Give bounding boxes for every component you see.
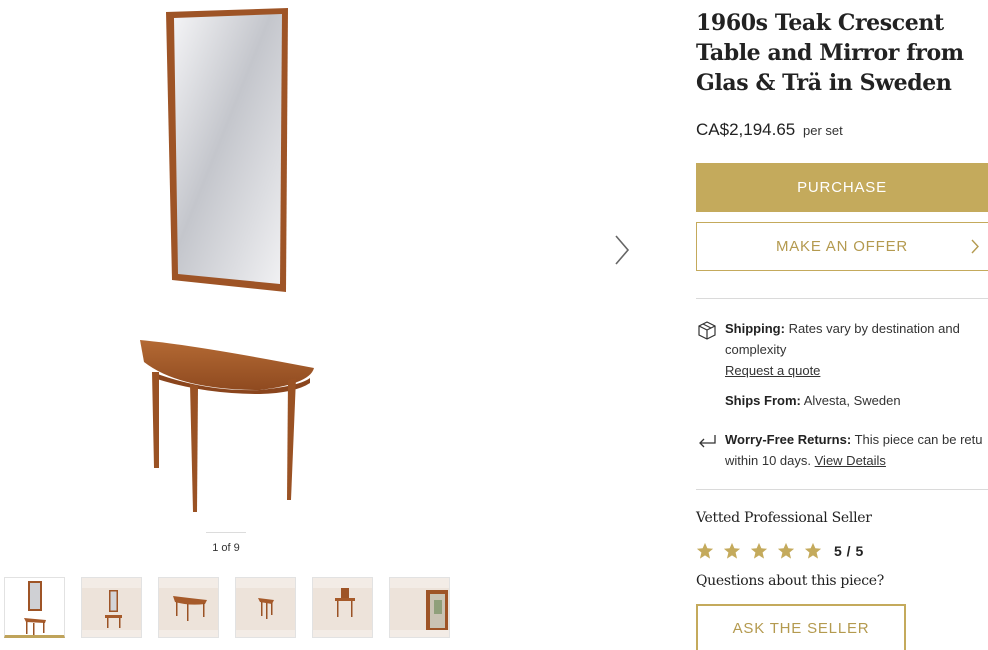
divider: [696, 489, 988, 490]
returns-info: Worry-Free Returns: This piece can be re…: [696, 429, 988, 471]
purchase-button[interactable]: PURCHASE: [696, 163, 988, 212]
shipping-label: Shipping:: [725, 321, 785, 336]
ships-from-value: Alvesta, Sweden: [803, 393, 901, 408]
shipping-info: Shipping: Rates vary by destination and …: [696, 318, 988, 381]
thumbnail-6[interactable]: [389, 577, 450, 638]
seller-label: Vetted Professional Seller: [696, 510, 872, 526]
package-icon: [698, 321, 716, 340]
counter-divider: [206, 532, 246, 533]
star-icon: [804, 542, 822, 559]
seller-rating: 5 / 5: [696, 540, 864, 562]
make-offer-label: MAKE AN OFFER: [775, 238, 909, 255]
thumbnail-1[interactable]: [4, 577, 65, 638]
returns-text-2: within 10 days.: [725, 453, 811, 468]
make-offer-button[interactable]: MAKE AN OFFER: [696, 222, 988, 271]
chevron-right-icon: [615, 235, 630, 265]
return-arrow-icon: [699, 435, 716, 448]
price: CA$2,194.65 per set: [696, 120, 843, 140]
questions-heading: Questions about this piece?: [696, 573, 884, 589]
price-value: CA$2,194.65: [696, 120, 796, 139]
ask-seller-button[interactable]: ASK THE SELLER: [696, 604, 906, 650]
thumbnail-4[interactable]: [235, 577, 296, 638]
main-product-image[interactable]: [110, 0, 350, 525]
thumbnail-5[interactable]: [312, 577, 373, 638]
thumbnail-3[interactable]: [158, 577, 219, 638]
divider: [696, 298, 988, 299]
ships-from-info: Ships From: Alvesta, Sweden: [696, 390, 988, 411]
next-image-button[interactable]: [608, 232, 636, 268]
thumbnail-strip: [4, 577, 454, 639]
image-counter: 1 of 9: [212, 542, 240, 554]
star-icon: [723, 542, 741, 559]
view-details-link[interactable]: View Details: [815, 453, 886, 468]
ships-from-label: Ships From:: [725, 393, 801, 408]
star-icon: [750, 542, 768, 559]
rating-value: 5 / 5: [834, 543, 864, 559]
returns-text-1: This piece can be retu: [854, 432, 983, 447]
thumbnail-2[interactable]: [81, 577, 142, 638]
shipping-text-1: Rates vary by destination and: [788, 321, 960, 336]
product-title: 1960s Teak Crescent Table and Mirror fro…: [696, 10, 964, 96]
request-quote-link[interactable]: Request a quote: [725, 363, 820, 378]
chevron-right-icon: [971, 239, 979, 254]
shipping-text-2: complexity: [725, 342, 787, 357]
returns-label: Worry-Free Returns:: [725, 432, 852, 447]
price-unit: per set: [802, 123, 843, 138]
star-icon: [777, 542, 795, 559]
star-icon: [696, 542, 714, 559]
